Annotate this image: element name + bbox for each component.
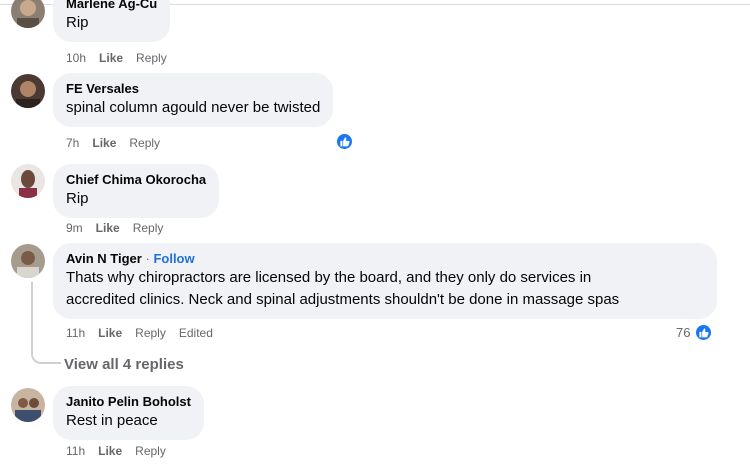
like-button[interactable]: Like — [96, 221, 120, 235]
comment-time[interactable]: 10h — [66, 51, 86, 65]
comment-actions: 10h Like Reply — [66, 50, 180, 66]
reaction-count[interactable]: 76 — [676, 323, 690, 342]
comment-author-name[interactable]: Avin N Tiger — [66, 251, 142, 266]
comment-text-line: Thats why chiropractors are licensed by … — [66, 269, 592, 286]
comment-text: Rip — [66, 190, 89, 207]
view-replies-button[interactable]: View all 4 replies — [64, 355, 184, 375]
comment-text-line: accredited clinics. Neck and spinal adju… — [66, 291, 620, 308]
comment-bubble: Janito Pelin Boholst Rest in peace — [53, 386, 204, 440]
comment-author[interactable]: Chief Chima Okorocha — [66, 171, 206, 188]
follow-button[interactable]: Follow — [153, 251, 194, 266]
reply-button[interactable]: Reply — [133, 221, 164, 235]
comment-author[interactable]: Janito Pelin Boholst — [66, 393, 191, 410]
comment-actions: 11h Like Reply Edited — [66, 325, 226, 341]
comment-bubble: FE Versales spinal column agould never b… — [53, 73, 334, 127]
comment-actions: 11h Like Reply — [66, 443, 179, 459]
comment-bubble: Marlene Ag-Cu Rip — [53, 0, 171, 42]
separator: · — [145, 251, 150, 266]
comment-actions: 7h Like Reply — [66, 135, 173, 151]
avatar[interactable] — [11, 0, 45, 28]
avatar[interactable] — [11, 244, 45, 278]
reply-button[interactable]: Reply — [135, 444, 166, 458]
reply-button[interactable]: Reply — [136, 51, 167, 65]
comment-bubble: Avin N Tiger · Follow Thats why chiropra… — [53, 243, 717, 319]
comment-time[interactable]: 11h — [66, 444, 85, 458]
like-button[interactable]: Like — [98, 444, 122, 458]
like-button[interactable]: Like — [98, 326, 122, 340]
comment-author[interactable]: FE Versales — [66, 80, 320, 97]
avatar[interactable] — [11, 74, 45, 108]
comment-author: Avin N Tiger · Follow — [66, 250, 704, 267]
thread-line — [31, 282, 33, 352]
comment-time[interactable]: 11h — [66, 326, 85, 340]
thread-connector — [31, 352, 61, 364]
comment-author[interactable]: Marlene Ag-Cu — [66, 0, 157, 12]
avatar[interactable] — [11, 164, 45, 198]
reply-button[interactable]: Reply — [129, 136, 160, 150]
comment-time[interactable]: 9m — [66, 221, 83, 235]
comment-bubble: Chief Chima Okorocha Rip — [53, 164, 220, 218]
like-button[interactable]: Like — [99, 51, 123, 65]
comment-actions: 9m Like Reply — [66, 220, 176, 236]
reply-button[interactable]: Reply — [135, 326, 166, 340]
edited-label: Edited — [178, 326, 213, 340]
thumbs-up-icon[interactable] — [694, 323, 713, 342]
comment-text: Rip — [66, 14, 89, 31]
thumbs-up-icon[interactable] — [335, 132, 354, 151]
like-button[interactable]: Like — [92, 136, 116, 150]
comment-text: Rest in peace — [66, 412, 158, 429]
comment-time[interactable]: 7h — [66, 136, 79, 150]
comment-text: spinal column agould never be twisted — [66, 99, 321, 116]
avatar[interactable] — [11, 388, 45, 422]
